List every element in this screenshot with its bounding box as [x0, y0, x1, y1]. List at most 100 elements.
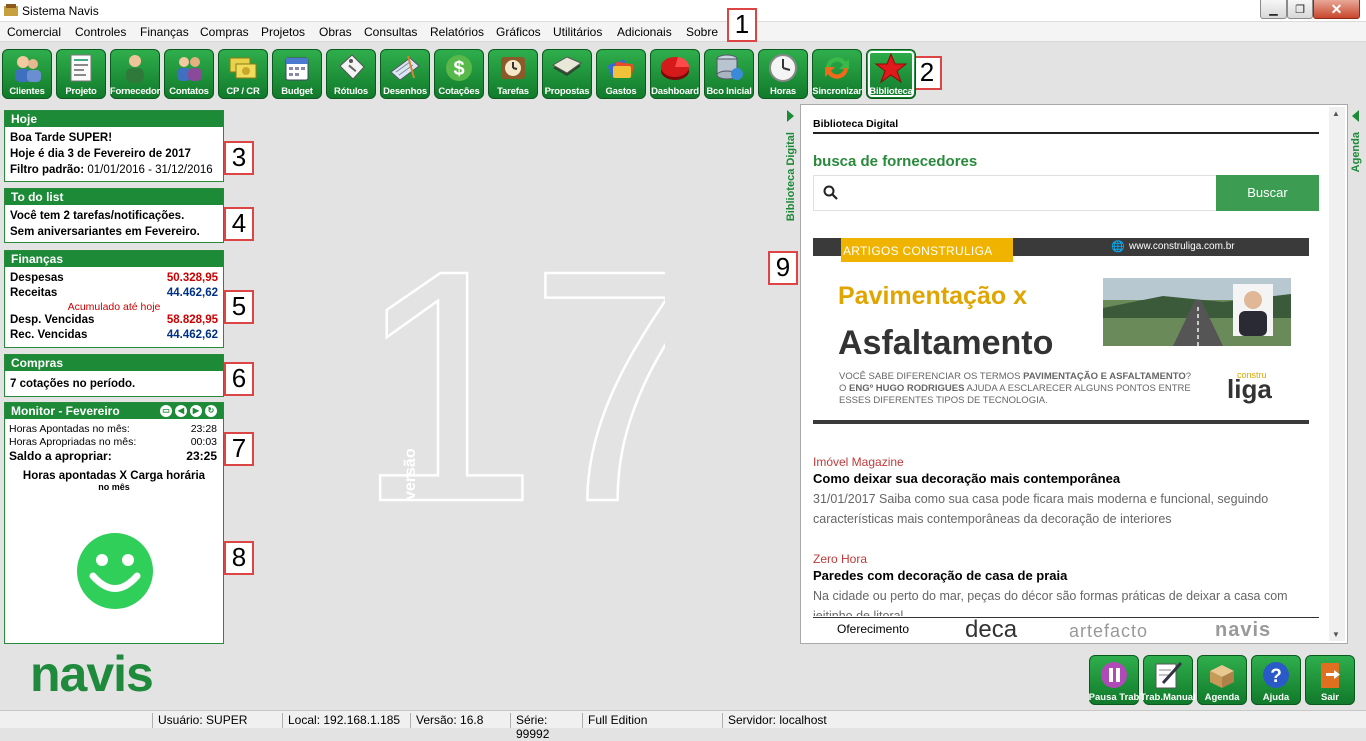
bottom-label: Pausa Trab [1088, 692, 1140, 703]
status-bar: Usuário: SUPER Local: 192.168.1.185 Vers… [0, 710, 1366, 741]
menu-utilitarios[interactable]: Utilitários [553, 25, 602, 39]
money-icon [229, 57, 257, 79]
sponsor-deca[interactable]: deca [965, 616, 1017, 644]
scrollbar[interactable]: ▲ ▼ [1329, 107, 1345, 641]
toolbar-cotacoes[interactable]: $ Cotações [434, 49, 484, 99]
drawing-icon [390, 55, 420, 81]
apontadas-label: Horas Apontadas no mês: [9, 423, 130, 435]
menu-sobre[interactable]: Sobre [686, 25, 718, 39]
acumulado-note: Acumulado até hoje [67, 301, 161, 313]
financas-panel: Finanças Despesas 50.328,95 Receitas 44.46… [4, 250, 224, 348]
marker-8: 8 [224, 541, 254, 575]
agenda-button[interactable]: Agenda [1197, 655, 1247, 705]
desp-vencidas-value: 58.828,95 [166, 314, 218, 326]
svg-text:?: ? [1270, 666, 1282, 687]
article-banner[interactable]: ARTIGOS CONSTRULIGA 🌐 www.construliga.co… [813, 238, 1309, 424]
bottom-label: Trab.Manual [1140, 692, 1196, 703]
sync-icon [825, 57, 849, 79]
version-word: versão [402, 448, 419, 500]
apropriadas-label: Horas Apropriadas no mês: [9, 436, 137, 448]
agenda-side-tab[interactable]: Agenda [1350, 110, 1362, 172]
marker-6: 6 [224, 362, 254, 396]
trab-manual-button[interactable]: Trab.Manual [1140, 655, 1196, 705]
menu-comercial[interactable]: Comercial [7, 25, 61, 39]
panel-header: Compras [5, 355, 223, 371]
scroll-down-icon[interactable]: ▼ [1332, 630, 1340, 639]
book-icon [551, 56, 583, 76]
menu-relatorios[interactable]: Relatórios [430, 25, 484, 39]
toolbar-projeto[interactable]: Projeto [56, 49, 106, 99]
news-item[interactable]: Imóvel Magazine Como deixar sua decoraçã… [813, 455, 1319, 529]
pausa-trab-button[interactable]: Pausa Trab [1089, 655, 1139, 705]
toolbar-bco-inicial[interactable]: Bco Inicial [704, 49, 754, 99]
toolbar-rotulos[interactable]: Rótulos [326, 49, 376, 99]
toolbar-label: Horas [770, 86, 796, 97]
toolbar-horas[interactable]: Horas [758, 49, 808, 99]
toolbar-label: Sincronizar [812, 86, 862, 97]
menu-adicionais[interactable]: Adicionais [617, 25, 672, 39]
box-icon [1210, 665, 1234, 688]
apontadas-value: 23:28 [190, 423, 217, 435]
toolbar-label: Cotações [438, 86, 480, 97]
toolbar-fornecedor[interactable]: Fornecedor [110, 49, 160, 99]
toolbar-label: Biblioteca [869, 86, 913, 97]
news-title[interactable]: Paredes com decoração de casa de praia [813, 568, 1319, 583]
toolbar-cp-cr[interactable]: CP / CR [218, 49, 268, 99]
search-input[interactable] [813, 175, 1216, 211]
toolbar-desenhos[interactable]: Desenhos [380, 49, 430, 99]
todo-tasks-text[interactable]: Você tem 2 tarefas/notificações. [10, 208, 218, 224]
marker-1: 1 [727, 8, 757, 42]
menu-controles[interactable]: Controles [75, 25, 126, 39]
banner-body-2b: ENGº HUGO RODRIGUES [849, 383, 965, 394]
todo-panel: To do list Você tem 2 tarefas/notificaçõ… [4, 188, 224, 243]
toolbar-budget[interactable]: Budget [272, 49, 322, 99]
minimize-button[interactable]: ▁ [1260, 0, 1287, 19]
ajuda-button[interactable]: ? Ajuda [1251, 655, 1301, 705]
toolbar-label: Contatos [169, 86, 209, 97]
toolbar-label: Rótulos [334, 86, 368, 97]
toolbar-biblioteca[interactable]: Biblioteca [866, 49, 916, 99]
edit-icon [1155, 661, 1183, 689]
news-source: Imóvel Magazine [813, 455, 904, 469]
menu-projetos[interactable]: Projetos [261, 25, 305, 39]
toolbar-gastos[interactable]: Gastos [596, 49, 646, 99]
bottom-label: Ajuda [1262, 692, 1290, 703]
toolbar-clientes[interactable]: Clientes [2, 49, 52, 99]
pause-icon [1101, 662, 1127, 688]
menu-consultas[interactable]: Consultas [364, 25, 417, 39]
maximize-button[interactable]: ❐ [1287, 0, 1313, 19]
menu-compras[interactable]: Compras [200, 25, 249, 39]
close-button[interactable]: ✕ [1313, 0, 1360, 19]
search-title: busca de fornecedores [813, 153, 978, 170]
refresh-icon[interactable]: ↻ [205, 405, 217, 417]
sair-button[interactable]: Sair [1305, 655, 1355, 705]
minimize-panel-icon[interactable]: ▭ [160, 405, 172, 417]
toolbar-sincronizar[interactable]: Sincronizar [812, 49, 862, 99]
next-month-icon[interactable]: ▶ [190, 405, 202, 417]
toolbar-dashboard[interactable]: Dashboard [650, 49, 700, 99]
title-bar: Sistema Navis ▁ ❐ ✕ [0, 0, 1366, 22]
todo-birthdays-text[interactable]: Sem aniversariantes em Fevereiro. [10, 224, 218, 240]
database-icon [716, 54, 743, 80]
sponsor-navis[interactable]: navis [1215, 619, 1271, 642]
news-title[interactable]: Como deixar sua decoração mais contempor… [813, 471, 1319, 486]
biblioteca-panel: Biblioteca Digital busca de fornecedores… [800, 104, 1348, 644]
prev-month-icon[interactable]: ◀ [175, 405, 187, 417]
news-text: Na cidade ou perto do mar, peças do déco… [813, 589, 1288, 616]
search-button[interactable]: Buscar [1216, 175, 1319, 211]
menu-financas[interactable]: Finanças [140, 25, 189, 39]
desp-vencidas-label: Desp. Vencidas [10, 314, 95, 326]
biblioteca-tab-label: Biblioteca Digital [785, 132, 797, 222]
search-icon [823, 185, 838, 200]
scroll-up-icon[interactable]: ▲ [1332, 109, 1340, 118]
sponsor-artefacto[interactable]: artefacto [1069, 621, 1148, 642]
toolbar-tarefas[interactable]: Tarefas [488, 49, 538, 99]
news-item[interactable]: Zero Hora Paredes com decoração de casa … [813, 552, 1319, 616]
toolbar-label: Bco Inicial [706, 86, 752, 97]
cotacoes-text[interactable]: 7 cotações no período. [10, 376, 218, 392]
menu-graficos[interactable]: Gráficos [496, 25, 541, 39]
menu-obras[interactable]: Obras [319, 25, 352, 39]
toolbar-contatos[interactable]: Contatos [164, 49, 214, 99]
marker-5: 5 [224, 290, 254, 324]
toolbar-propostas[interactable]: Propostas [542, 49, 592, 99]
